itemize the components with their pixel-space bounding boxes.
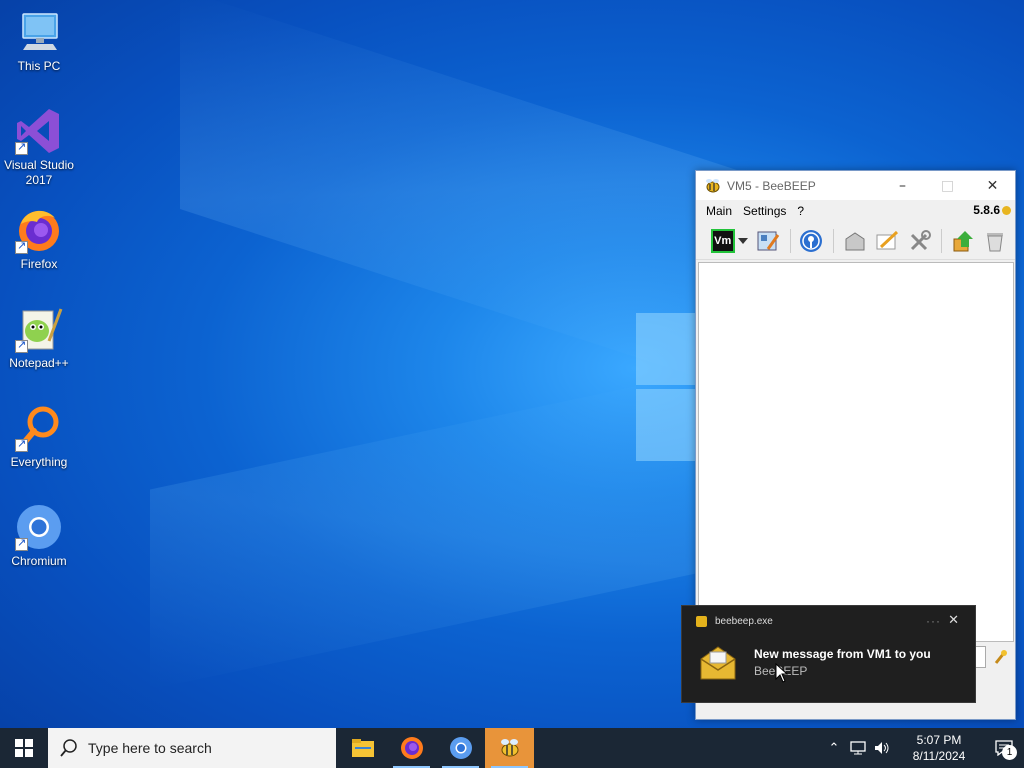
start-button[interactable] [0, 728, 48, 768]
close-button[interactable]: ✕ [970, 171, 1015, 200]
window-titlebar[interactable]: VM5 - BeeBEEP – □ ✕ [696, 171, 1015, 200]
shortcut-arrow-icon [15, 239, 28, 254]
notepad-plus-plus-icon [15, 305, 63, 353]
beebeep-icon [500, 739, 518, 757]
firefox-icon [400, 737, 423, 759]
desktop-icon-label: This PC [17, 59, 61, 73]
clear-chat-icon[interactable] [983, 228, 1008, 254]
chromium-icon [449, 737, 472, 759]
beebeep-small-icon [696, 615, 707, 627]
desktop-icon-label: Notepad++ [9, 356, 69, 370]
shortcut-arrow-icon [15, 437, 28, 452]
emoticon-brush-icon[interactable] [992, 649, 1008, 665]
desktop-icon-label: Firefox [20, 257, 58, 271]
taskbar-search-box[interactable]: Type here to search [48, 728, 336, 768]
desktop-icon-everything[interactable]: Everything [4, 404, 74, 470]
network-icon[interactable] [799, 228, 824, 254]
system-tray: ⌃ 5:07 PM 8/11/2024 1 [822, 728, 1024, 768]
write-message-icon[interactable] [875, 228, 900, 254]
download-icon[interactable] [950, 228, 975, 254]
taskbar-clock[interactable]: 5:07 PM 8/11/2024 [900, 732, 978, 764]
mouse-cursor-icon [775, 662, 789, 683]
shortcut-arrow-icon [15, 140, 28, 155]
toast-header: beebeep.exe ··· ✕ [682, 606, 975, 636]
volume-icon[interactable] [870, 728, 894, 768]
toast-app-name: beebeep.exe [715, 615, 773, 627]
file-explorer-icon [351, 739, 374, 757]
everything-search-icon [15, 404, 63, 452]
wallpaper-beam [150, 370, 710, 690]
computer-icon [15, 8, 63, 56]
action-center-button[interactable]: 1 [984, 728, 1024, 768]
desktop-icon-label: Chromium [11, 554, 67, 568]
taskbar-file-explorer[interactable] [338, 728, 387, 768]
toast-notification[interactable]: beebeep.exe ··· ✕ New message from VM1 t… [681, 605, 976, 703]
taskbar-firefox[interactable] [387, 728, 436, 768]
menu-main[interactable]: Main [702, 204, 739, 218]
notification-count-badge: 1 [1002, 745, 1017, 760]
firefox-icon [15, 206, 63, 254]
desktop-icon-label: Everything [10, 455, 68, 469]
main-toolbar: Vm [696, 222, 1015, 260]
envelope-icon [698, 643, 738, 683]
chromium-icon [15, 503, 63, 551]
desktop-icon-firefox[interactable]: Firefox [4, 206, 74, 272]
dropdown-arrow-icon[interactable] [738, 228, 749, 254]
minimize-button[interactable]: – [880, 171, 925, 200]
more-options-icon[interactable]: ··· [926, 614, 941, 628]
version-text: 5.8.6 [973, 203, 1000, 217]
shortcut-arrow-icon [15, 536, 28, 551]
search-icon [60, 739, 77, 757]
taskbar: Type here to search ⌃ 5:07 PM 8/11/2024 … [0, 728, 1024, 768]
desktop-icon-label: Visual Studio 2017 [4, 158, 74, 187]
visual-studio-icon [15, 107, 63, 155]
toolbar-separator [941, 228, 943, 253]
desktop-icon-this-pc[interactable]: This PC [4, 8, 74, 74]
beebeep-app-icon [704, 177, 722, 195]
desktop-icon-notepad-plus-plus[interactable]: Notepad++ [4, 305, 74, 371]
desktop-icon-visual-studio[interactable]: Visual Studio 2017 [4, 107, 74, 188]
taskbar-beebeep[interactable] [485, 728, 534, 768]
toast-close-button[interactable]: ✕ [948, 613, 959, 628]
toast-body: New message from VM1 to you BeeBEEP [682, 636, 975, 683]
menu-help[interactable]: ? [793, 204, 811, 218]
clock-time: 5:07 PM [916, 733, 962, 747]
bee-small-icon [1002, 205, 1011, 215]
menu-settings[interactable]: Settings [739, 204, 793, 218]
show-hidden-icons-chevron-icon[interactable]: ⌃ [822, 728, 846, 768]
clock-date: 8/11/2024 [912, 749, 966, 763]
version-label: 5.8.6 [973, 203, 1011, 217]
toast-title: New message from VM1 to you [754, 647, 931, 661]
toolbar-separator [789, 228, 791, 253]
vm-status-icon[interactable]: Vm [710, 228, 735, 254]
desktop-icon-chromium[interactable]: Chromium [4, 503, 74, 569]
edit-profile-icon[interactable] [755, 228, 780, 254]
chat-area[interactable] [698, 262, 1014, 642]
windows-start-icon [15, 739, 33, 757]
tools-icon[interactable] [907, 228, 932, 254]
toolbar-separator [833, 228, 835, 253]
search-placeholder: Type here to search [88, 740, 212, 756]
window-title: VM5 - BeeBEEP [727, 178, 816, 193]
menu-bar: Main Settings ? 5.8.6 [696, 200, 1015, 222]
taskbar-chromium[interactable] [436, 728, 485, 768]
maximize-button: □ [940, 177, 955, 194]
save-chat-icon[interactable] [842, 228, 867, 254]
shortcut-arrow-icon [15, 338, 28, 353]
network-status-icon[interactable] [846, 728, 870, 768]
